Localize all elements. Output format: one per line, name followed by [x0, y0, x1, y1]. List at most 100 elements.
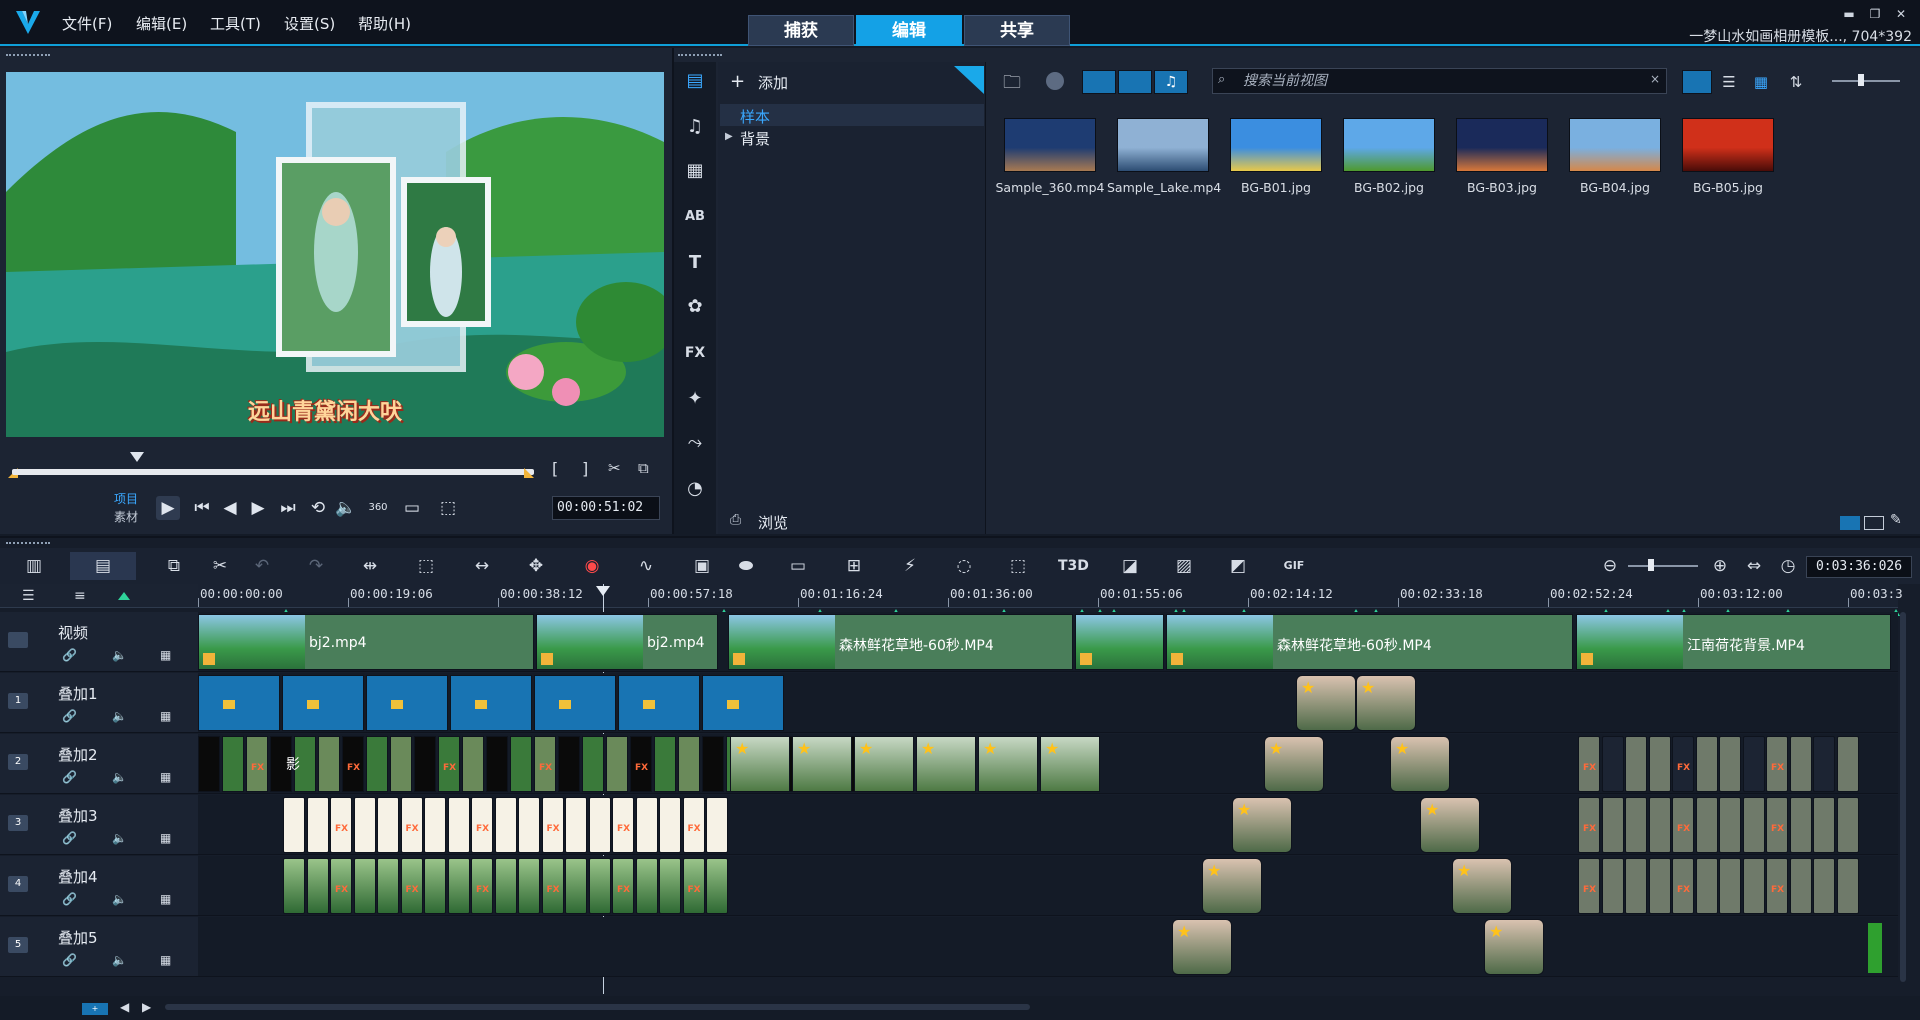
overlay-clip[interactable]: [1601, 858, 1624, 914]
track-mask-icon[interactable]: ▦: [160, 770, 171, 784]
multicam-icon[interactable]: ▣: [688, 552, 716, 580]
list-view-icon[interactable]: ☰: [1714, 70, 1744, 94]
overlay-clip[interactable]: FX: [1672, 858, 1694, 914]
link-icon[interactable]: 🔗: [62, 831, 77, 845]
overlay-clip[interactable]: FX: [682, 858, 705, 914]
chapter-marker-icon[interactable]: [118, 592, 130, 600]
track-header-overlay-5[interactable]: 叠加5 5 🔗 🔈 ▦: [0, 917, 198, 977]
mark-in-icon[interactable]: [: [552, 459, 558, 478]
video-clip[interactable]: bj2.mp4: [198, 614, 534, 670]
overlay-clip[interactable]: [534, 675, 616, 731]
overlay-clip[interactable]: [1601, 736, 1624, 792]
overlay-clip[interactable]: FX: [471, 797, 493, 853]
repeat-button[interactable]: ⟲: [306, 496, 330, 520]
overlay-clip[interactable]: FX: [612, 797, 634, 853]
prev-frame-button[interactable]: ◀: [218, 496, 242, 520]
overlay-clip[interactable]: [447, 797, 470, 853]
show-video-icon[interactable]: [1082, 70, 1116, 94]
record-icon[interactable]: ◉: [578, 552, 606, 580]
motion-tracking-icon[interactable]: ⚡: [896, 552, 924, 580]
audio-wave-icon[interactable]: ∿: [632, 552, 660, 580]
overlay-clip[interactable]: [706, 797, 728, 853]
scroll-left-icon[interactable]: ◀: [120, 1000, 129, 1014]
overlay-clip[interactable]: FX: [1672, 797, 1694, 853]
overlay-clip[interactable]: [1625, 858, 1647, 914]
photo-clip[interactable]: ★: [1356, 675, 1416, 731]
aspect-ratio-button[interactable]: ▭: [400, 496, 424, 520]
overlay-clip[interactable]: [283, 858, 305, 914]
overlay-clip[interactable]: FX: [330, 858, 352, 914]
timeline-vertical-scrollbar[interactable]: [1900, 612, 1906, 982]
overlay-clip[interactable]: [1695, 797, 1718, 853]
overlay-clip[interactable]: [462, 736, 484, 792]
photo-clip[interactable]: ★: [978, 736, 1038, 792]
photo-clip[interactable]: ★: [792, 736, 852, 792]
overlay-clip[interactable]: [377, 858, 399, 914]
edit-layout-icon[interactable]: ✎: [1890, 512, 1902, 528]
painting-icon[interactable]: ◩: [1224, 552, 1252, 580]
menu-edit[interactable]: 编辑(E): [136, 13, 187, 34]
overlay-clip[interactable]: [565, 858, 587, 914]
track-mask-icon[interactable]: ▦: [160, 892, 171, 906]
camera-capture-icon[interactable]: [1046, 72, 1064, 90]
overlay-clip[interactable]: [702, 675, 784, 731]
overlay-clip[interactable]: [1625, 797, 1647, 853]
expand-icon[interactable]: ▶: [725, 131, 733, 142]
end-button[interactable]: ⏭: [276, 496, 300, 520]
photo-clip[interactable]: ★: [1202, 858, 1262, 914]
resize-icon[interactable]: ⧉: [638, 459, 649, 477]
overlay-clip[interactable]: [654, 736, 676, 792]
link-icon[interactable]: 🔗: [62, 770, 77, 784]
track-volume-icon[interactable]: 🔈: [112, 709, 127, 723]
gif-icon[interactable]: GIF: [1280, 552, 1308, 580]
track-header-overlay-1[interactable]: 叠加1 1 🔗 🔈 ▦: [0, 673, 198, 733]
scrubber-thumb[interactable]: [130, 452, 144, 462]
clear-search-icon[interactable]: ×: [1650, 72, 1660, 86]
overlay-clip[interactable]: [582, 736, 604, 792]
text-icon[interactable]: T: [680, 248, 710, 278]
track-volume-icon[interactable]: 🔈: [112, 770, 127, 784]
overlay-clip[interactable]: [1648, 736, 1671, 792]
track-mask-icon[interactable]: ▦: [160, 648, 171, 662]
overlay-clip[interactable]: [424, 858, 446, 914]
mode-project-label[interactable]: 项目: [114, 490, 138, 507]
video-clip[interactable]: 森林鲜花草地-60秒.MP4: [728, 614, 1073, 670]
track-volume-icon[interactable]: 🔈: [112, 648, 127, 662]
storyboard-view-icon[interactable]: ▥: [20, 552, 48, 580]
split-icon[interactable]: ✂: [608, 459, 621, 477]
redo-icon[interactable]: ↷: [302, 552, 330, 580]
show-photo-icon[interactable]: [1118, 70, 1152, 94]
track-list-icon[interactable]: ☰: [22, 588, 35, 604]
browse-label[interactable]: 浏览: [758, 512, 788, 533]
track-manager-icon[interactable]: ⧉: [160, 552, 188, 580]
fx-filter-icon[interactable]: FX: [680, 338, 710, 368]
overlay-clip[interactable]: FX: [534, 736, 556, 792]
link-icon[interactable]: 🔗: [62, 953, 77, 967]
photo-clip[interactable]: ★: [1390, 736, 1450, 792]
photo-clip[interactable]: ★: [1296, 675, 1356, 731]
timeline-ruler[interactable]: [198, 584, 1898, 608]
overlay-clip[interactable]: [282, 675, 364, 731]
overlay-clip[interactable]: [618, 675, 700, 731]
media-thumbnail[interactable]: BG-B03.jpg: [1446, 108, 1554, 202]
overlay-clip[interactable]: [1813, 797, 1835, 853]
overlay-clip[interactable]: [494, 858, 517, 914]
link-icon[interactable]: 🔗: [62, 648, 77, 662]
timecode-field[interactable]: 00:00:51:02: [552, 496, 660, 520]
move-icon[interactable]: ✥: [522, 552, 550, 580]
overlay-clip[interactable]: FX: [246, 736, 268, 792]
overlay-clip[interactable]: [1695, 736, 1718, 792]
overlay-clip[interactable]: FX: [630, 736, 652, 792]
overlay-clip[interactable]: [518, 858, 540, 914]
overlay-clip[interactable]: FX: [1766, 736, 1788, 792]
split-screen-icon[interactable]: ⊞: [840, 552, 868, 580]
overlay-clip[interactable]: FX: [541, 858, 564, 914]
video-clip[interactable]: 江南荷花背景.MP4: [1576, 614, 1891, 670]
overlay-clip[interactable]: [1742, 858, 1765, 914]
timeline-view-icon[interactable]: ▤: [70, 552, 136, 580]
mask-icon[interactable]: ⬬: [732, 552, 760, 580]
overlay-clip[interactable]: [678, 736, 700, 792]
overlay-clip[interactable]: FX: [471, 858, 493, 914]
overlay-clip[interactable]: [1836, 858, 1859, 914]
tab-share[interactable]: 共享: [964, 15, 1070, 46]
